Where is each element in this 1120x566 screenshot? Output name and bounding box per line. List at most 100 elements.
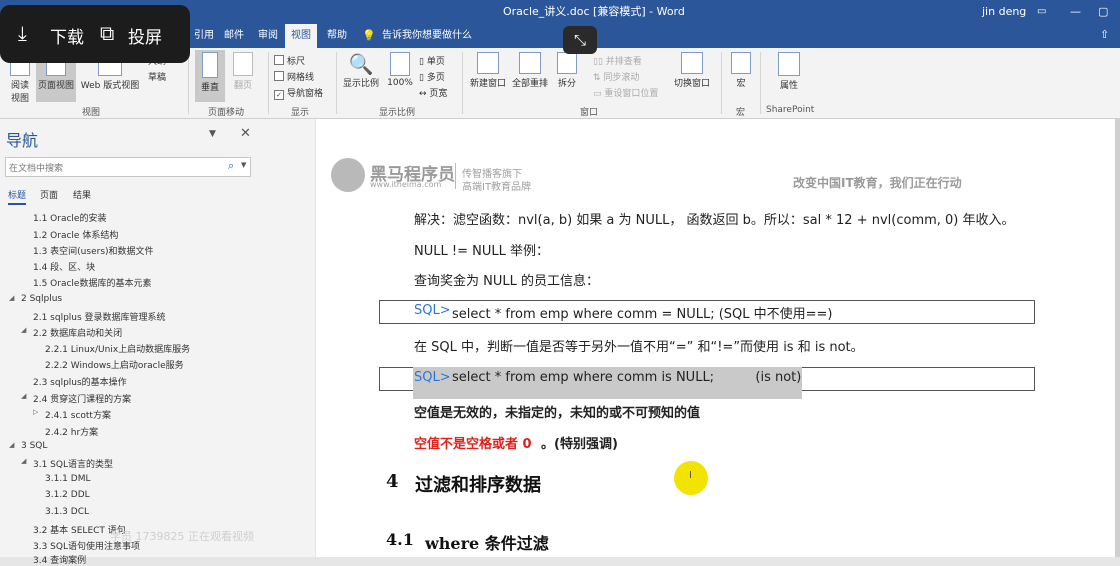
gridlines-checkbox[interactable]: 网格线 (274, 70, 314, 83)
nav-heading-item[interactable]: 3.1.3 DCL (45, 507, 89, 517)
nav-heading-item[interactable]: 3 SQL (21, 441, 47, 451)
sync-scroll-button[interactable]: ⇅ 同步滚动 (593, 70, 639, 83)
group-zoom-label: 显示比例 (379, 108, 416, 118)
page-width-button[interactable]: ↔ 页宽 (419, 86, 447, 99)
expand-arrow-icon[interactable]: ▷ (33, 408, 38, 416)
page-flip-icon (233, 52, 253, 76)
search-icon[interactable]: ⌕ (228, 159, 234, 173)
share-icon[interactable]: ⇧ (1100, 28, 1109, 41)
close-icon[interactable]: ✕ (240, 126, 251, 141)
new-window-button[interactable]: 新建窗口 (468, 52, 508, 89)
collapse-arrow-icon[interactable]: ◢ (9, 441, 14, 449)
tab-review[interactable]: 审阅 (252, 24, 284, 48)
zoom-100-icon (390, 52, 410, 76)
sql-prompt-1: SQL> (414, 303, 451, 318)
checkbox-icon (274, 71, 284, 81)
group-window-label: 窗口 (580, 108, 599, 118)
multi-page-button[interactable]: ▯ 多页 (419, 70, 445, 83)
cast-icon[interactable]: ⧉ (100, 21, 114, 45)
brand-logo (331, 158, 365, 192)
nav-heading-item[interactable]: 3.4 查询案例 (33, 553, 86, 566)
nav-pane-checkbox[interactable]: ✓ 导航窗格 (274, 86, 323, 100)
nav-heading-item[interactable]: 2.4.1 scott方案 (45, 408, 111, 421)
ruler-checkbox[interactable]: 标尺 (274, 54, 305, 67)
zoom-button[interactable]: 🔍 显示比例 (342, 52, 380, 89)
nav-heading-item[interactable]: 3.1 SQL语言的类型 (33, 457, 113, 470)
checkbox-icon (274, 55, 284, 65)
group-show-label: 显示 (291, 108, 310, 118)
properties-icon (778, 52, 800, 76)
nav-heading-item[interactable]: 1.5 Oracle数据库的基本元素 (33, 276, 151, 289)
nav-heading-item[interactable]: 2.4.2 hr方案 (45, 425, 98, 438)
group-page-movement-label: 页面移动 (208, 108, 245, 118)
ruler-label: 标尺 (287, 57, 306, 67)
group-divider (268, 52, 269, 114)
side-to-side-label: 翻页 (233, 81, 252, 91)
properties-label: 属性 (779, 81, 798, 91)
nav-heading-item[interactable]: 2.2 数据库启动和关闭 (33, 326, 122, 339)
split-button[interactable]: 拆分 (554, 52, 580, 89)
nav-heading-item[interactable]: 2 Sqlplus (21, 294, 62, 304)
collapse-arrow-icon[interactable]: ◢ (21, 326, 26, 334)
one-page-label: 单页 (426, 57, 445, 67)
macros-button[interactable]: 宏 (728, 52, 754, 89)
minimize-icon[interactable]: — (1070, 0, 1081, 24)
nav-heading-item[interactable]: 2.1 sqlplus 登录数据库管理系统 (33, 310, 166, 323)
nav-heading-item[interactable]: 1.3 表空间(users)和数据文件 (33, 244, 154, 257)
tab-view[interactable]: 视图 (285, 24, 317, 48)
arrange-all-label: 全部重排 (511, 79, 548, 89)
tab-mailings[interactable]: 邮件 (218, 24, 250, 48)
group-sharepoint-label: SharePoint (766, 105, 815, 115)
zoom-100-button[interactable]: 100% (386, 52, 414, 88)
macros-label: 宏 (736, 79, 746, 89)
nav-tab-headings[interactable]: 标题 (8, 188, 27, 205)
one-page-button[interactable]: ▯ 单页 (419, 54, 445, 67)
side-to-side-button[interactable]: 翻页 (228, 52, 258, 91)
restore-window-icon[interactable]: ⤡ (563, 26, 597, 54)
nav-heading-item[interactable]: 1.2 Oracle 体系结构 (33, 228, 118, 241)
nav-search-input[interactable]: 在文档中搜索 ⌕ ▼ (5, 157, 251, 177)
gridlines-label: 网格线 (287, 73, 315, 83)
collapse-arrow-icon[interactable]: ◢ (21, 457, 26, 465)
group-divider (462, 52, 463, 114)
properties-button[interactable]: 属性 (774, 52, 804, 91)
brand-divider (455, 163, 456, 189)
nav-heading-item[interactable]: 3.1.2 DDL (45, 490, 90, 500)
tell-me-box[interactable]: 告诉我你想要做什么 (376, 24, 478, 48)
nav-heading-item[interactable]: 3.1.1 DML (45, 474, 90, 484)
vertical-scrollbar[interactable] (1115, 119, 1120, 557)
tab-references[interactable]: 引用 (188, 24, 220, 48)
vertical-button[interactable]: 垂直 (195, 50, 225, 102)
sql-code-2: select * from emp where comm is NULL; (i… (452, 370, 802, 385)
chevron-down-icon[interactable]: ▼ (241, 161, 246, 169)
collapse-arrow-icon[interactable]: ◢ (9, 294, 14, 302)
nav-heading-item[interactable]: 2.3 sqlplus的基本操作 (33, 375, 127, 388)
collapse-arrow-icon[interactable]: ◢ (21, 392, 26, 400)
nav-tab-pages[interactable]: 页面 (40, 188, 58, 201)
doc-paragraph-null-meaning: 空值是无效的，未指定的，未知的或不可预知的值 (414, 406, 701, 421)
switch-windows-button[interactable]: 切换窗口 (670, 52, 714, 89)
chevron-down-icon[interactable]: ▼ (209, 129, 216, 139)
nav-heading-item[interactable]: 2.4 贯穿这门课程的方案 (33, 392, 131, 405)
zoom-100-label: 100% (387, 78, 413, 88)
nav-heading-item[interactable]: 2.2.2 Windows上启动oracle服务 (45, 358, 184, 371)
tab-help[interactable]: 帮助 (321, 24, 353, 48)
cast-button[interactable]: 投屏 (128, 23, 162, 48)
nav-pane-title: 导航 (6, 131, 39, 150)
nav-heading-item[interactable]: 1.4 段、区、块 (33, 260, 95, 273)
user-name[interactable]: jin deng (982, 0, 1026, 24)
arrange-all-button[interactable]: 全部重排 (510, 52, 550, 89)
draft-button[interactable]: 草稿 (148, 70, 166, 83)
nav-heading-item[interactable]: 2.2.1 Linux/Unix上启动数据库服务 (45, 342, 190, 355)
switch-windows-icon (681, 52, 703, 74)
lightbulb-icon: 💡 (362, 29, 376, 42)
page-width-label: 页宽 (429, 89, 448, 99)
download-button[interactable]: 下载 (50, 23, 84, 48)
side-by-side-button[interactable]: ▯▯ 并排查看 (593, 54, 642, 67)
maximize-icon[interactable]: ▢ (1098, 0, 1108, 24)
reset-position-button[interactable]: ▭ 重设窗口位置 (593, 86, 658, 99)
ribbon-display-icon[interactable]: ▭ (1037, 0, 1046, 24)
download-icon[interactable]: ⤓ (18, 21, 27, 45)
nav-tab-results[interactable]: 结果 (73, 188, 91, 201)
nav-heading-item[interactable]: 1.1 Oracle的安装 (33, 211, 106, 224)
